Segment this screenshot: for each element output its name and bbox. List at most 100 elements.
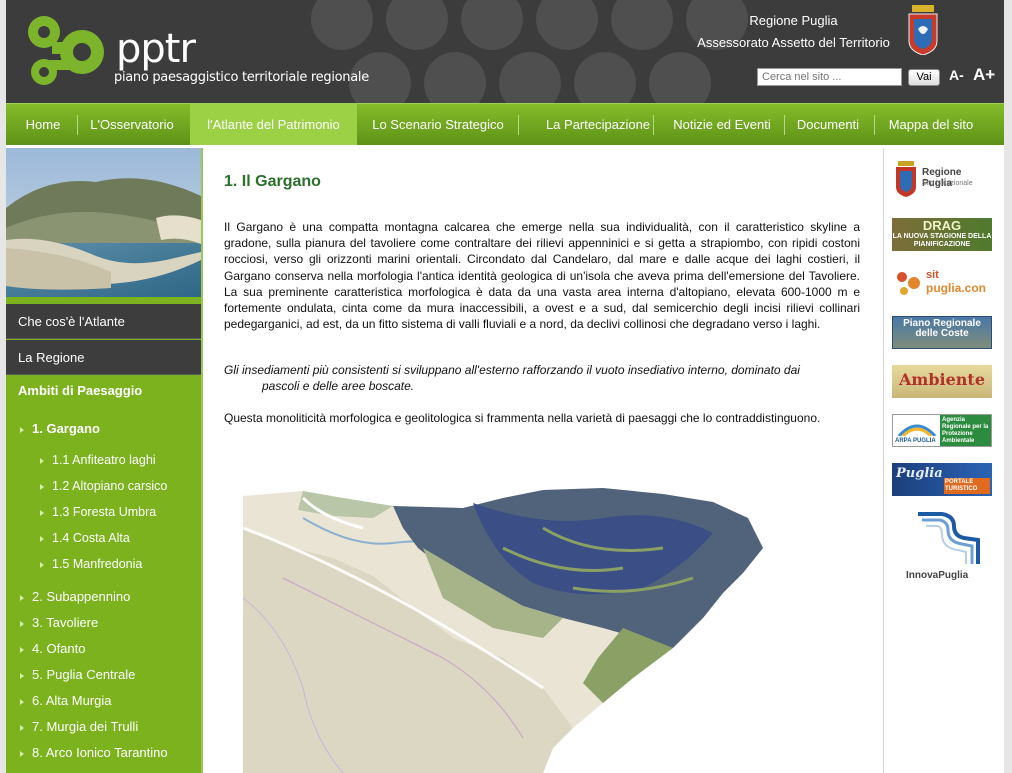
- sidebar-subitem[interactable]: 1.4 Costa Alta: [40, 531, 130, 545]
- sidebar-item-label: 1.3 Foresta Umbra: [52, 505, 157, 519]
- sidebar-item-gargano[interactable]: 1. Gargano: [20, 421, 100, 436]
- sidebar-item-label: 8. Arco Ionico Tarantino: [32, 745, 168, 760]
- sidebar-item-la-regione[interactable]: La Regione: [6, 340, 201, 375]
- page: pptr piano paesaggistico territoriale re…: [6, 0, 1004, 773]
- nav-item-scenario[interactable]: Lo Scenario Strategico: [366, 104, 510, 145]
- nav-separator: [518, 115, 519, 135]
- banner-drag[interactable]: DRAG LA NUOVA STAGIONE DELLA PIANIFICAZI…: [892, 218, 992, 251]
- banner-turismo-sub: PORTALE TURISTICO: [944, 478, 990, 494]
- sidebar-item-label: 2. Subappennino: [32, 589, 131, 604]
- increase-font-button[interactable]: A+: [973, 65, 995, 85]
- sidebar-item-ambito[interactable]: 5. Puglia Centrale: [20, 667, 135, 682]
- decor-circle: [499, 52, 561, 103]
- sidebar-item-label: 1.1 Anfiteatro laghi: [52, 453, 156, 467]
- sidebar-item-label: 1.4 Costa Alta: [52, 531, 130, 545]
- sidebar-subitem[interactable]: 1.2 Altopiano carsico: [40, 479, 167, 493]
- gargano-map: [243, 488, 763, 773]
- banner-sit-puglia[interactable]: sit puglia.con: [892, 267, 992, 299]
- landscape-paragraph: Questa monoliticità morfologica e geolit…: [224, 411, 821, 425]
- banner-coste-text: Piano Regionale delle Coste: [903, 318, 981, 339]
- sidebar-heading-ambiti[interactable]: Ambiti di Paesaggio: [6, 376, 201, 406]
- banner-sit-line1: sit: [926, 269, 939, 281]
- nav-item-atlante[interactable]: l'Atlante del Patrimonio: [190, 104, 357, 145]
- sidebar-item-che-cose[interactable]: Che cos'è l'Atlante: [6, 304, 201, 339]
- decrease-font-button[interactable]: A-: [949, 67, 964, 83]
- sidebar-item-label: 1. Gargano: [32, 421, 100, 436]
- chevron-right-icon: [40, 561, 44, 568]
- decor-circle: [311, 0, 373, 50]
- decor-circle: [386, 0, 448, 50]
- search-input[interactable]: [757, 68, 902, 86]
- banner-arpa[interactable]: ARPA PUGLIA Agenzia Regionale per la Pro…: [892, 414, 992, 447]
- banner-innova-text: InnovaPuglia: [906, 570, 969, 581]
- arpa-rainbow-icon: [897, 424, 937, 436]
- chevron-right-icon: [20, 646, 24, 653]
- sidebar-item-label: 6. Alta Murgia: [32, 693, 112, 708]
- decor-circle: [649, 52, 711, 103]
- banner-arpa-right: Agenzia Regionale per la Protezione Ambi…: [942, 417, 989, 444]
- banner-drag-title: DRAG: [922, 218, 962, 233]
- banner-regione-sub: Sito istituzionale: [922, 180, 973, 187]
- banner-sit-line2: puglia.con: [926, 281, 986, 295]
- sidebar-item-label: 4. Ofanto: [32, 641, 86, 656]
- nav-separator: [784, 115, 785, 135]
- chevron-right-icon: [20, 724, 24, 731]
- gargano-photo: [6, 148, 201, 297]
- decor-circle: [424, 52, 486, 103]
- chevron-right-icon: [20, 672, 24, 679]
- regione-crest-icon[interactable]: [906, 5, 940, 55]
- sidebar-subitem[interactable]: 1.3 Foresta Umbra: [40, 505, 156, 519]
- sidebar-item-label: 3. Tavoliere: [32, 615, 99, 630]
- banner-ambiente-text: Ambiente: [899, 370, 985, 389]
- settlement-paragraph-line1: Gli insediamenti più consistenti si svil…: [224, 363, 800, 377]
- regione-crest-icon: [896, 161, 916, 197]
- logo-subtitle: piano paesaggistico territoriale regiona…: [114, 70, 369, 85]
- intro-paragraph: Il Gargano è una compatta montagna calca…: [224, 220, 860, 332]
- sidebar-subitem[interactable]: 1.1 Anfiteatro laghi: [40, 453, 156, 467]
- nav-item-partecipazione[interactable]: La Partecipazione: [526, 104, 670, 145]
- sidebar-subitem[interactable]: 1.5 Manfredonia: [40, 557, 142, 571]
- sidebar-item-ambito[interactable]: 6. Alta Murgia: [20, 693, 112, 708]
- decor-circle: [574, 52, 636, 103]
- site-header: pptr piano paesaggistico territoriale re…: [6, 0, 1004, 103]
- banner-piano-coste[interactable]: Piano Regionale delle Coste: [892, 316, 992, 349]
- settlement-paragraph-line2: pascoli e delle aree boscate.: [262, 379, 415, 393]
- nav-separator: [77, 115, 78, 135]
- decor-circle: [536, 0, 598, 50]
- left-sidebar: Che cos'è l'Atlante La Regione Ambiti di…: [6, 148, 201, 773]
- banner-ambiente[interactable]: Ambiente: [892, 365, 992, 398]
- chevron-right-icon: [40, 483, 44, 490]
- chevron-right-icon: [40, 535, 44, 542]
- sidebar-item-ambito[interactable]: 7. Murgia dei Trulli: [20, 719, 138, 734]
- banner-innovapuglia[interactable]: InnovaPuglia: [892, 510, 992, 586]
- nav-item-home[interactable]: Home: [18, 104, 68, 145]
- logo-title[interactable]: pptr: [116, 26, 196, 72]
- nav-item-documenti[interactable]: Documenti: [790, 104, 866, 145]
- sidebar-item-label: 1.2 Altopiano carsico: [52, 479, 168, 493]
- banner-arpa-left: ARPA PUGLIA: [895, 438, 936, 444]
- sidebar-item-label: 1.5 Manfredonia: [52, 557, 143, 571]
- decor-circle: [461, 0, 523, 50]
- chevron-right-icon: [20, 426, 24, 433]
- pptr-logo-icon[interactable]: [22, 8, 112, 94]
- nav-item-osservatorio[interactable]: L'Osservatorio: [81, 104, 183, 145]
- nav-item-mappa[interactable]: Mappa del sito: [880, 104, 982, 145]
- innovapuglia-logo-icon: [918, 512, 980, 564]
- sidebar-item-ambito[interactable]: 8. Arco Ionico Tarantino: [20, 745, 168, 760]
- sidebar-item-ambito[interactable]: 4. Ofanto: [20, 641, 85, 656]
- chevron-right-icon: [20, 698, 24, 705]
- sidebar-item-ambito[interactable]: 3. Tavoliere: [20, 615, 98, 630]
- search-button[interactable]: Vai: [908, 69, 940, 86]
- main-content: 1. Il Gargano Il Gargano è una compatta …: [203, 148, 883, 773]
- main-nav: Home L'Osservatorio l'Atlante del Patrim…: [6, 103, 1004, 145]
- sidebar-item-ambito[interactable]: 2. Subappennino: [20, 589, 130, 604]
- decor-circle: [611, 0, 673, 50]
- right-banners: Regione Puglia Sito istituzionale DRAG L…: [884, 148, 1004, 773]
- region-name: Regione Puglia: [749, 13, 838, 28]
- chevron-right-icon: [20, 594, 24, 601]
- banner-portale-turistico[interactable]: Puglia PORTALE TURISTICO: [892, 463, 992, 496]
- region-office: Assessorato Assetto del Territorio: [697, 35, 890, 50]
- banner-turismo-title: Puglia: [896, 466, 943, 481]
- nav-item-notizie[interactable]: Notizie ed Eventi: [660, 104, 784, 145]
- banner-regione-puglia[interactable]: Regione Puglia Sito istituzionale: [892, 159, 992, 201]
